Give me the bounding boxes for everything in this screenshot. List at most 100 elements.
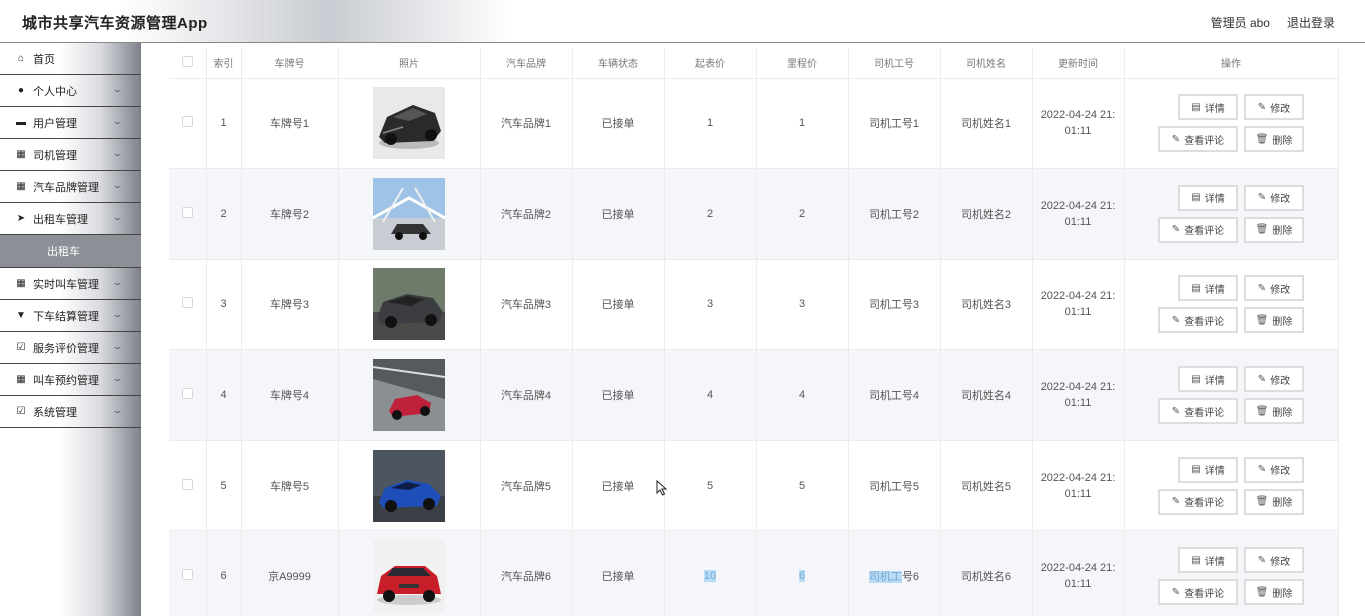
car-photo[interactable] (373, 359, 445, 432)
car-photo[interactable] (373, 268, 445, 341)
cell-plate: 车牌号1 (241, 78, 339, 170)
time-line: 01:11 (1064, 397, 1092, 410)
button-label: 删除 (1272, 135, 1293, 147)
detail-button[interactable]: ▤ 详情 (1178, 94, 1238, 121)
delete-button[interactable]: 🗑 删除 (1244, 579, 1304, 606)
column-header: 司机工号 (848, 48, 941, 79)
row-checkbox[interactable] (169, 349, 207, 441)
delete-button[interactable]: 🗑 删除 (1244, 216, 1304, 243)
cell-start-price: 2 (664, 168, 757, 260)
sidebar-item-label: 个人中心 (33, 85, 77, 98)
sidebar-item-personal-center[interactable]: ● 个人中心 ⌄ (0, 75, 141, 107)
column-header: 里程价 (756, 48, 849, 79)
document-icon: ▤ (1191, 554, 1201, 566)
sidebar-item-user-management[interactable]: ▬ 用户管理 ⌄ (0, 107, 141, 139)
detail-button[interactable]: ▤ 详情 (1178, 547, 1238, 574)
sidebar-item-driver-management[interactable]: ▦ 司机管理 ⌄ (0, 139, 141, 171)
sidebar-subitem-taxi[interactable]: 出租车 (0, 235, 141, 268)
cell-status: 已接单 (572, 259, 665, 351)
car-photo[interactable] (373, 87, 445, 160)
delete-button[interactable]: 🗑 删除 (1244, 126, 1304, 153)
row-checkbox[interactable] (169, 78, 207, 170)
detail-button[interactable]: ▤ 详情 (1178, 184, 1238, 211)
select-all-checkbox[interactable] (169, 48, 207, 79)
column-header: 司机姓名 (940, 48, 1033, 79)
time-line: 2022-04-24 21: (1040, 562, 1116, 575)
sidebar-item-reservation[interactable]: ▦ 叫车预约管理 ⌄ (0, 364, 141, 396)
sidebar-item-settlement[interactable]: ▼ 下车结算管理 ⌄ (0, 300, 141, 332)
detail-button[interactable]: ▤ 详情 (1178, 366, 1238, 393)
edit-button[interactable]: ✎ 修改 (1244, 547, 1304, 574)
view-comments-button[interactable]: ✎ 查看评论 (1158, 126, 1238, 153)
sidebar-item-home[interactable]: ⌂ 首页 (0, 43, 141, 75)
cell-update-time: 2022-04-24 21: 01:11 (1032, 78, 1125, 170)
logout-link[interactable]: 退出登录 (1287, 14, 1335, 31)
sidebar-item-label: 服务评价管理 (33, 342, 99, 355)
view-comments-button[interactable]: ✎ 查看评论 (1158, 488, 1238, 515)
chevron-down-icon: ⌄ (112, 278, 124, 287)
delete-button[interactable]: 🗑 删除 (1244, 307, 1304, 334)
table-row: 3 车牌号3 汽车品牌3 已接单 3 3 司机工号3 司机姓名3 2022-04… (169, 259, 1339, 351)
edit-button[interactable]: ✎ 修改 (1244, 94, 1304, 121)
edit-button[interactable]: ✎ 修改 (1244, 275, 1304, 302)
send-icon: ➤ (16, 213, 26, 224)
view-comments-button[interactable]: ✎ 查看评论 (1158, 216, 1238, 243)
cell-status: 已接单 (572, 530, 665, 616)
detail-button[interactable]: ▤ 详情 (1178, 456, 1238, 483)
cell-driver-name: 司机姓名6 (940, 530, 1033, 616)
cell-driver-no: 司机工号2 (848, 168, 941, 260)
cell-start-price: 10 (664, 530, 757, 616)
row-checkbox[interactable] (169, 168, 207, 260)
sidebar-item-taxi-management[interactable]: ➤ 出租车管理 ⌄ (0, 203, 141, 235)
chevron-down-icon: ⌄ (112, 406, 124, 415)
sidebar-menu: ⌂ 首页 ● 个人中心 ⌄ ▬ 用户管理 ⌄ ▦ 司机管理 ⌄ ▦ 汽车品牌管理… (0, 43, 141, 616)
edit-button[interactable]: ✎ 修改 (1244, 184, 1304, 211)
column-header: 汽车品牌 (480, 48, 573, 79)
button-label: 修改 (1270, 194, 1291, 206)
briefcase-icon: ▬ (16, 117, 26, 128)
cell-brand: 汽车品牌2 (480, 168, 573, 260)
pencil-icon: ✎ (1257, 554, 1267, 566)
column-header: 更新时间 (1032, 48, 1125, 79)
row-checkbox[interactable] (169, 440, 207, 532)
time-line: 2022-04-24 21: (1040, 381, 1116, 394)
edit-button[interactable]: ✎ 修改 (1244, 366, 1304, 393)
check-square-icon: ☑ (16, 342, 26, 353)
sidebar-item-realtime-call[interactable]: ▦ 实时叫车管理 ⌄ (0, 268, 141, 300)
button-label: 修改 (1270, 375, 1291, 387)
cell-brand: 汽车品牌5 (480, 440, 573, 532)
chevron-down-icon: ⌄ (112, 213, 124, 222)
pencil-icon: ✎ (1257, 192, 1267, 204)
sidebar-item-service-review[interactable]: ☑ 服务评价管理 ⌄ (0, 332, 141, 364)
cell-plate: 车牌号2 (241, 168, 339, 260)
cell-mile-price: 4 (756, 349, 849, 441)
cell-driver-no: 司机工号6 (848, 530, 941, 616)
sidebar-item-label: 汽车品牌管理 (33, 181, 99, 194)
detail-button[interactable]: ▤ 详情 (1178, 275, 1238, 302)
document-icon: ▤ (1191, 101, 1201, 113)
sidebar-item-brand-management[interactable]: ▦ 汽车品牌管理 ⌄ (0, 171, 141, 203)
grid-icon: ▦ (16, 278, 26, 289)
selected-text: 司机工 (868, 571, 902, 584)
edit-button[interactable]: ✎ 修改 (1244, 456, 1304, 483)
trash-icon: 🗑 (1255, 314, 1269, 326)
sidebar-item-system[interactable]: ☑ 系统管理 ⌄ (0, 396, 141, 428)
delete-button[interactable]: 🗑 删除 (1244, 488, 1304, 515)
cell-update-time: 2022-04-24 21: 01:11 (1032, 349, 1125, 441)
car-photo[interactable] (373, 449, 445, 522)
delete-button[interactable]: 🗑 删除 (1244, 398, 1304, 425)
time-line: 01:11 (1064, 306, 1092, 319)
row-checkbox[interactable] (169, 259, 207, 351)
view-comments-button[interactable]: ✎ 查看评论 (1158, 307, 1238, 334)
car-photo[interactable] (373, 540, 445, 613)
car-photo[interactable] (373, 177, 445, 250)
grid-icon: ▦ (16, 181, 26, 192)
document-icon: ▤ (1191, 464, 1201, 476)
table-row: 6 京A9999 汽车品牌6 已接单 10 6 司机工号6 司机姓名6 2022… (169, 530, 1339, 616)
view-comments-button[interactable]: ✎ 查看评论 (1158, 398, 1238, 425)
view-comments-button[interactable]: ✎ 查看评论 (1158, 579, 1238, 606)
chevron-down-icon: ⌄ (112, 374, 124, 383)
app-title: 城市共享汽车资源管理App (22, 15, 208, 32)
cell-index: 4 (206, 349, 242, 441)
row-checkbox[interactable] (169, 530, 207, 616)
